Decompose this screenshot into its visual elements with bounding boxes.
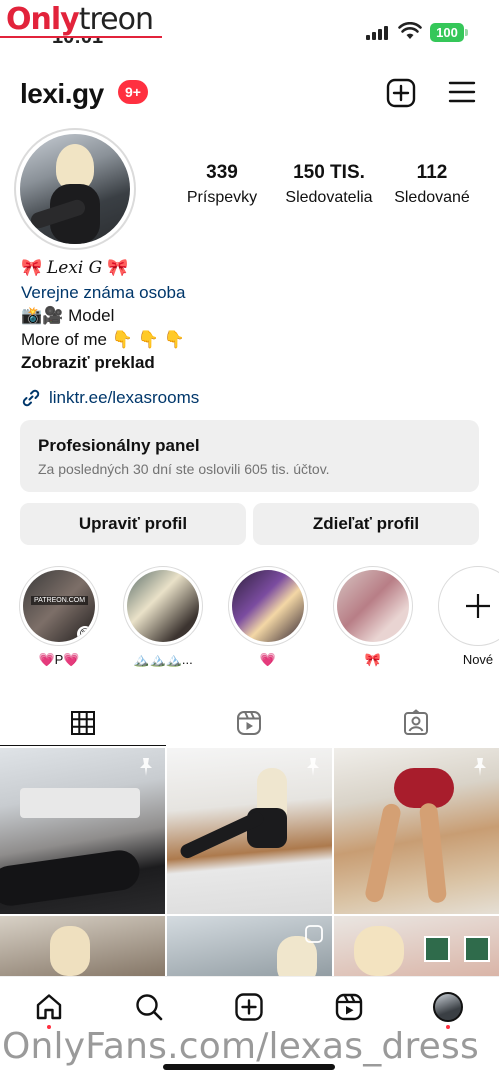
link-icon [22,389,40,407]
tab-reels[interactable] [166,700,332,746]
professional-dashboard[interactable]: Profesionálny panel Za posledných 30 dní… [20,420,479,492]
create-icon [235,993,263,1021]
bio-more-text: More of me [21,329,107,349]
post-thumbnail[interactable] [167,748,332,914]
plus-square-icon[interactable] [386,78,416,108]
dashboard-title: Profesionálny panel [38,436,200,455]
watermark-underline [0,36,162,38]
pin-icon [140,758,152,776]
reels-icon [335,993,363,1021]
profile-header: lexi.gy 9+ [0,70,499,116]
username[interactable]: lexi.gy [20,78,104,110]
nav-create[interactable] [233,991,265,1023]
nav-profile[interactable] [432,991,464,1023]
stat-following-value: 112 [416,162,448,183]
bio-name-line: 🎀 Lexi G 🎀 [21,256,481,281]
post-thumbnail[interactable] [334,748,499,914]
pin-icon [474,758,486,776]
highlight-item[interactable]: 💗 [225,566,311,668]
new-highlight-button[interactable]: Nové [435,566,499,667]
post-thumbnail[interactable] [167,916,332,976]
category-label: Verejne známa osoba [21,282,186,302]
highlight-item[interactable]: PATREON.COM 😊 💗P💗 [16,566,102,668]
bio-line-model: 📸🎥 Model [21,304,481,328]
bio-link-text[interactable]: linktr.ee/lexasrooms [49,388,199,408]
highlight-thumbnail: PATREON.COM 😊 [23,570,95,642]
dashboard-subtitle: Za posledných 30 dní ste oslovili 605 ti… [38,461,330,477]
display-name: Lexi G [46,258,103,278]
smile-emoji-icon: 😊 [77,626,93,642]
hamburger-menu-icon[interactable] [448,80,476,104]
bow-emoji: 🎀 [21,258,43,277]
story-highlights: PATREON.COM 😊 💗P💗 🏔️🏔️🏔️... 💗 🎀 Nové [0,566,499,676]
profile-bio: 🎀 Lexi G 🎀 Verejne známa osoba 📸🎥 Model … [21,256,481,375]
battery-icon: 100 [430,23,464,42]
notification-badge[interactable]: 9+ [118,80,148,104]
patreon-tag: PATREON.COM [31,596,89,605]
translate-link[interactable]: Zobraziť preklad [21,351,481,375]
watermark-text: OnlyFans.com/lexas_dress [2,1026,479,1067]
bio-model-text: Model [68,306,115,325]
content-tabs [0,700,499,746]
nav-reels[interactable] [333,991,365,1023]
home-icon [36,994,62,1020]
highlight-thumbnail [127,570,199,642]
camera-emoji: 📸🎥 [21,306,64,325]
highlight-caption: 💗 [259,652,277,667]
post-grid [0,748,499,976]
highlight-thumbnail [337,570,409,642]
profile-avatar[interactable] [14,128,136,250]
stat-posts-value: 339 [206,162,238,183]
signal-icon [366,24,388,40]
stat-followers-label: Sledovatelia [285,189,373,206]
tagged-icon [403,709,428,735]
watermark-logo: Only treon [2,0,157,38]
nav-search[interactable] [133,991,165,1023]
stat-posts[interactable]: 339 Príspevky [170,162,274,207]
highlight-item[interactable]: 🎀 [330,566,416,668]
post-thumbnail[interactable] [0,916,165,976]
reels-icon [237,711,262,735]
highlight-caption: 🏔️🏔️🏔️... [133,652,193,667]
grid-icon [71,711,96,735]
bio-line-more: More of me 👇 👇 👇 [21,328,481,352]
stat-following[interactable]: 112 Sledované [384,162,480,207]
search-icon [136,994,163,1021]
pin-icon [307,758,319,776]
reel-icon [305,925,323,943]
highlight-thumbnail [232,570,304,642]
profile-stats: 339 Príspevky 150 TIS. Sledovatelia 112 … [170,162,490,207]
stat-followers[interactable]: 150 TIS. Sledovatelia [274,162,384,207]
share-profile-button[interactable]: Zdieľať profil [253,503,479,545]
plus-icon [438,566,499,646]
battery-tip [465,29,468,36]
stat-posts-label: Príspevky [186,189,258,206]
watermark-treon: treon [78,1,154,37]
stat-followers-value: 150 TIS. [293,162,365,183]
post-thumbnail[interactable] [0,748,165,914]
stat-following-label: Sledované [394,189,470,206]
post-thumbnail[interactable] [334,916,499,976]
wifi-icon [398,22,422,39]
avatar-image [20,134,130,244]
bow-emoji: 🎀 [107,258,129,277]
home-indicator[interactable] [163,1064,335,1070]
highlight-caption: 🎀 [364,652,382,667]
profile-avatar-icon [433,992,463,1022]
tab-tagged[interactable] [333,700,499,746]
profile-actions: Upraviť profil Zdieľať profil [20,503,479,545]
tab-posts[interactable] [0,700,167,746]
nav-home[interactable] [33,991,65,1023]
new-highlight-label: Nové [462,652,494,667]
pointing-down-emoji: 👇 👇 👇 [111,329,185,349]
highlight-item[interactable]: 🏔️🏔️🏔️... [120,566,206,668]
edit-profile-button[interactable]: Upraviť profil [20,503,246,545]
watermark-only: Only [6,1,80,37]
highlight-caption: 💗P💗 [38,652,80,667]
bio-link[interactable]: linktr.ee/lexasrooms [21,388,199,408]
